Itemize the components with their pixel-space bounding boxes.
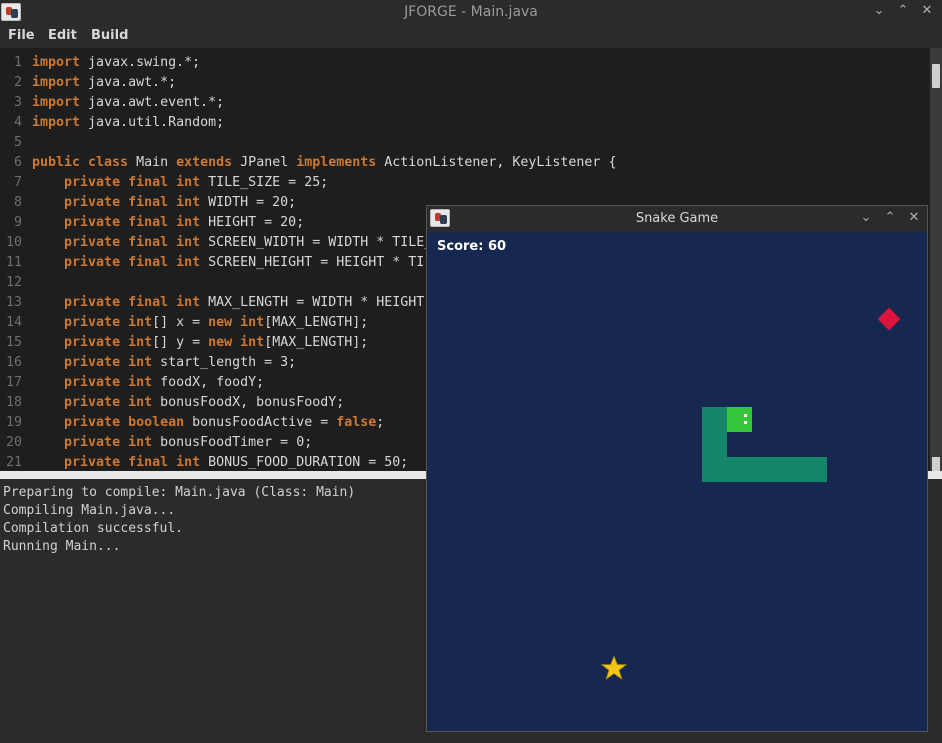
- code-text: public class Main extends JPanel impleme…: [32, 155, 617, 170]
- line-number: 10: [5, 235, 22, 250]
- snake-body-segment: [702, 407, 727, 432]
- line-number: 12: [5, 275, 22, 290]
- window-controls: ⌄ ⌃ ✕: [872, 3, 934, 18]
- code-line: 6 public class Main extends JPanel implem…: [0, 153, 930, 173]
- maximize-button[interactable]: ⌃: [896, 3, 910, 18]
- code-text: private int[] y = new int[MAX_LENGTH];: [64, 335, 369, 350]
- code-text: private int start_length = 3;: [64, 355, 297, 370]
- star-icon: [601, 655, 627, 680]
- window-title: JFORGE - Main.java: [404, 4, 538, 20]
- line-number: 2: [13, 75, 22, 90]
- line-number: 4: [13, 115, 22, 130]
- line-number: 20: [5, 435, 22, 450]
- menu-bar: File Edit Build: [0, 25, 942, 48]
- code-text: private int[] x = new int[MAX_LENGTH];: [64, 315, 369, 330]
- line-number: 7: [13, 175, 22, 190]
- line-number: 21: [5, 455, 22, 470]
- code-line: 2 import java.awt.*;: [0, 73, 930, 93]
- snake-close-button[interactable]: ✕: [907, 210, 921, 225]
- code-text: private int foodX, foodY;: [64, 375, 265, 390]
- line-number: 8: [13, 195, 22, 210]
- code-text: private final int SCREEN_HEIGHT = HEIGHT…: [64, 255, 425, 270]
- code-text: private final int HEIGHT = 20;: [64, 215, 305, 230]
- code-line: 5: [0, 133, 930, 153]
- snake-body-segment: [802, 457, 827, 482]
- console-line: Compiling Main.java...: [3, 503, 176, 518]
- line-number: 3: [13, 95, 22, 110]
- code-text: import java.awt.*;: [32, 75, 177, 90]
- line-number: 14: [5, 315, 22, 330]
- snake-body-segment: [777, 457, 802, 482]
- console-line: Preparing to compile: Main.java (Class: …: [3, 485, 356, 500]
- snake-window-controls: ⌄ ⌃ ✕: [859, 210, 921, 225]
- menu-build[interactable]: Build: [91, 28, 128, 43]
- code-text: private int bonusFoodX, bonusFoodY;: [64, 395, 345, 410]
- code-line: 3 import java.awt.event.*;: [0, 93, 930, 113]
- red-diamond-icon: [877, 307, 901, 331]
- code-text: private final int MAX_LENGTH = WIDTH * H…: [64, 295, 425, 310]
- code-text: private final int BONUS_FOOD_DURATION = …: [64, 455, 409, 470]
- snake-body-segment: [752, 457, 777, 482]
- line-number: 9: [13, 215, 22, 230]
- editor-scrollbar[interactable]: [930, 48, 942, 471]
- menu-edit[interactable]: Edit: [48, 28, 77, 43]
- minimize-button[interactable]: ⌄: [872, 3, 886, 18]
- line-number: 6: [13, 155, 22, 170]
- code-text: private boolean bonusFoodActive = false;: [64, 415, 385, 430]
- line-number: 17: [5, 375, 22, 390]
- console-line: Compilation successful.: [3, 521, 184, 536]
- game-board[interactable]: Score: 60: [427, 232, 927, 731]
- code-text: import javax.swing.*;: [32, 55, 201, 70]
- snake-maximize-button[interactable]: ⌃: [883, 210, 897, 225]
- scrollbar-thumb[interactable]: [932, 64, 940, 88]
- code-line: 4 import java.util.Random;: [0, 113, 930, 133]
- code-text: import java.util.Random;: [32, 115, 225, 130]
- line-number: 16: [5, 355, 22, 370]
- code-text: private final int TILE_SIZE = 25;: [64, 175, 329, 190]
- console-line: Running Main...: [3, 539, 121, 554]
- line-number: 11: [5, 255, 22, 270]
- snake-titlebar: Snake Game ⌄ ⌃ ✕: [427, 206, 927, 232]
- score-label: Score: 60: [437, 239, 507, 254]
- line-number: 19: [5, 415, 22, 430]
- code-text: import java.awt.event.*;: [32, 95, 225, 110]
- code-text: private final int SCREEN_WIDTH = WIDTH *…: [64, 235, 433, 250]
- line-number: 13: [5, 295, 22, 310]
- snake-body-segment: [702, 457, 727, 482]
- snake-head: [727, 407, 752, 432]
- snake-game-window[interactable]: Snake Game ⌄ ⌃ ✕ Score: 60: [426, 205, 928, 732]
- menu-file[interactable]: File: [8, 28, 35, 43]
- scrollbar-end: [932, 457, 940, 471]
- code-text: private final int WIDTH = 20;: [64, 195, 297, 210]
- main-titlebar: JFORGE - Main.java ⌄ ⌃ ✕: [0, 0, 942, 25]
- line-number: 5: [13, 135, 22, 150]
- snake-body-segment: [727, 457, 752, 482]
- line-number: 18: [5, 395, 22, 410]
- snake-eye: [744, 414, 747, 417]
- snake-body-segment: [702, 432, 727, 457]
- code-line: 1 import javax.swing.*;: [0, 53, 930, 73]
- close-button[interactable]: ✕: [920, 3, 934, 18]
- snake-window-title: Snake Game: [635, 211, 719, 226]
- line-number: 1: [13, 55, 22, 70]
- snake-eye: [744, 421, 747, 424]
- snake-minimize-button[interactable]: ⌄: [859, 210, 873, 225]
- code-text: private int bonusFoodTimer = 0;: [64, 435, 313, 450]
- code-line: 7 private final int TILE_SIZE = 25;: [0, 173, 930, 193]
- line-number: 15: [5, 335, 22, 350]
